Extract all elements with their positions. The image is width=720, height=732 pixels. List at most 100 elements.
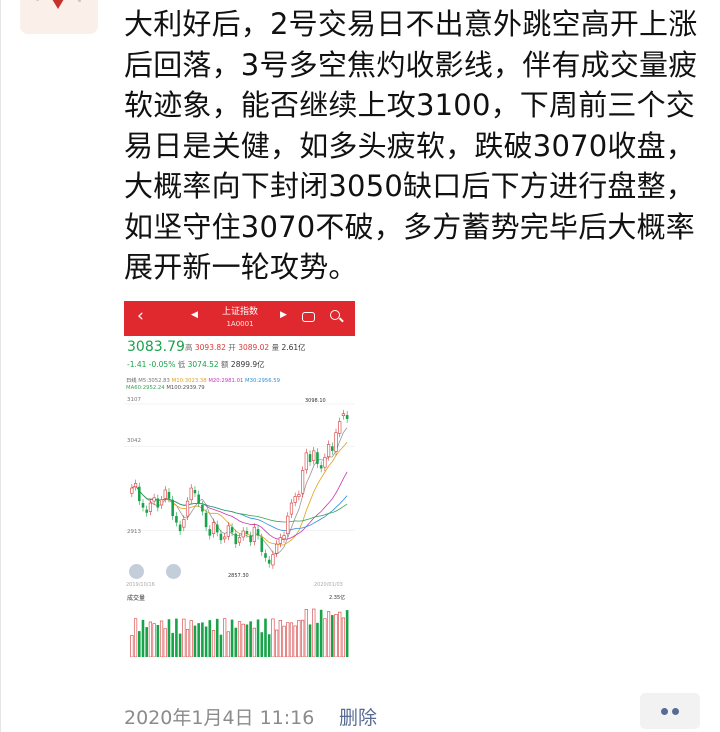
dot — [661, 708, 668, 715]
volume-bar — [234, 627, 238, 657]
volume-bar — [159, 620, 164, 657]
volume-bar — [275, 629, 279, 657]
volume-bar — [141, 619, 145, 657]
volume-bar — [256, 619, 260, 657]
candle — [249, 535, 252, 543]
volume-bar — [301, 619, 305, 657]
quote-row-2: -1.41 -0.05% 低 3074.52 额 2899.9亿 — [127, 359, 265, 370]
volume-bar — [215, 618, 219, 657]
volume-bar — [193, 625, 197, 657]
volume-bar — [345, 610, 349, 657]
open-label: 开 — [228, 343, 236, 352]
volume-bar — [245, 624, 249, 657]
dot-decoration — [78, 0, 81, 2]
candle — [171, 499, 174, 517]
avatar[interactable] — [20, 0, 98, 34]
axis-low-label: 2913 — [127, 529, 141, 535]
volume-bar — [156, 625, 160, 657]
post-text: 大利好后，2号交易日不出意外跳空高开上涨后回落，3号多空焦灼收影线，伴有成交量疲… — [124, 7, 698, 284]
volume-bar — [230, 619, 234, 657]
candle — [316, 452, 319, 464]
ma5-value: M5:3052.83 — [138, 378, 170, 384]
candle — [308, 454, 312, 462]
volume-bar — [137, 631, 141, 657]
change-value: -1.41 — [127, 360, 147, 369]
period-label: 日线 — [126, 378, 137, 384]
post-timestamp: 2020年1月4日 11:16 — [124, 707, 315, 729]
candle — [260, 537, 264, 552]
high-point-label: 3098.10 — [305, 398, 326, 404]
stock-header: ‹ ◀ 上证指数 1A0001 ▶ — [124, 301, 355, 336]
candle — [219, 533, 223, 541]
candle — [341, 413, 346, 416]
amount-label: 额 — [221, 360, 229, 369]
left-edge — [0, 0, 1, 732]
dot — [672, 708, 679, 715]
search-icon — [330, 310, 340, 320]
candle — [223, 536, 227, 540]
volume-bar — [252, 627, 256, 657]
volume-bar — [152, 623, 156, 657]
amount-value: 2899.9亿 — [230, 360, 265, 369]
volume-bar — [130, 635, 134, 657]
volume-bar — [308, 624, 312, 657]
candle — [226, 525, 230, 537]
ma30-value: M30:2956.59 — [245, 378, 280, 384]
low-label: 低 — [177, 360, 186, 369]
zoom-in-icon[interactable] — [129, 564, 144, 579]
candle — [237, 537, 242, 543]
volume-bar — [319, 609, 323, 657]
stock-screenshot[interactable]: ‹ ◀ 上证指数 1A0001 ▶ 3083.79 高 3093.82 开 30… — [124, 301, 355, 657]
volume-bar — [323, 618, 327, 657]
current-price: 3083.79 — [127, 339, 185, 355]
volume-bar — [201, 622, 204, 657]
volume-bar — [175, 618, 178, 657]
candle — [267, 559, 271, 564]
candle — [301, 470, 305, 494]
volume-bar — [286, 622, 290, 657]
quote-row-1: 高 3093.82 开 3089.02 量 2.61亿 — [185, 342, 306, 353]
volume-bar — [182, 618, 186, 657]
axis-mid-label: 3042 — [127, 438, 141, 444]
volume-bar — [167, 619, 171, 657]
candle — [201, 504, 204, 512]
ma20-value: M20:2981.01 — [208, 378, 244, 384]
dot-decoration — [36, 0, 39, 1]
candle — [185, 500, 190, 517]
candle — [167, 491, 171, 499]
volume-bar — [148, 621, 153, 657]
candle — [282, 535, 286, 540]
ma-legend: 日线 M5:3052.83 M10:3023.38 M20:2981.01 M3… — [126, 378, 355, 392]
candle — [178, 524, 182, 532]
candle — [182, 519, 186, 528]
volume-value: 2.61亿 — [281, 343, 306, 352]
volume-bar — [178, 633, 182, 657]
candle — [241, 530, 245, 538]
candle — [338, 421, 342, 434]
ma60-value: MA60:2952.24 — [126, 385, 165, 391]
start-date-label: 2019/10/16 — [126, 582, 155, 588]
zoom-out-icon[interactable] — [166, 564, 181, 579]
candle — [271, 554, 275, 566]
prev-arrow-icon: ◀ — [191, 310, 198, 320]
end-date-label: 2020/01/03 — [314, 582, 343, 588]
index-title: 上证指数 — [221, 307, 258, 317]
candlestick-chart — [124, 403, 355, 569]
candle — [204, 512, 208, 528]
delete-link[interactable]: 删除 — [339, 703, 377, 730]
candle — [133, 483, 138, 488]
volume-bar — [223, 618, 227, 657]
candle — [323, 457, 327, 468]
volume-bar — [304, 609, 308, 657]
candle — [141, 503, 145, 508]
volume-bar — [341, 617, 346, 657]
volume-bar — [334, 614, 338, 657]
candle — [278, 537, 282, 544]
change-percent: -0.05% — [148, 360, 176, 369]
high-label: 高 — [185, 343, 193, 352]
candle — [145, 509, 149, 513]
quote-panel: 3083.79 高 3093.82 开 3089.02 量 2.61亿 -1.4… — [124, 336, 355, 372]
candle — [256, 529, 260, 536]
candle — [293, 496, 297, 503]
more-dots-icon[interactable] — [640, 693, 700, 729]
